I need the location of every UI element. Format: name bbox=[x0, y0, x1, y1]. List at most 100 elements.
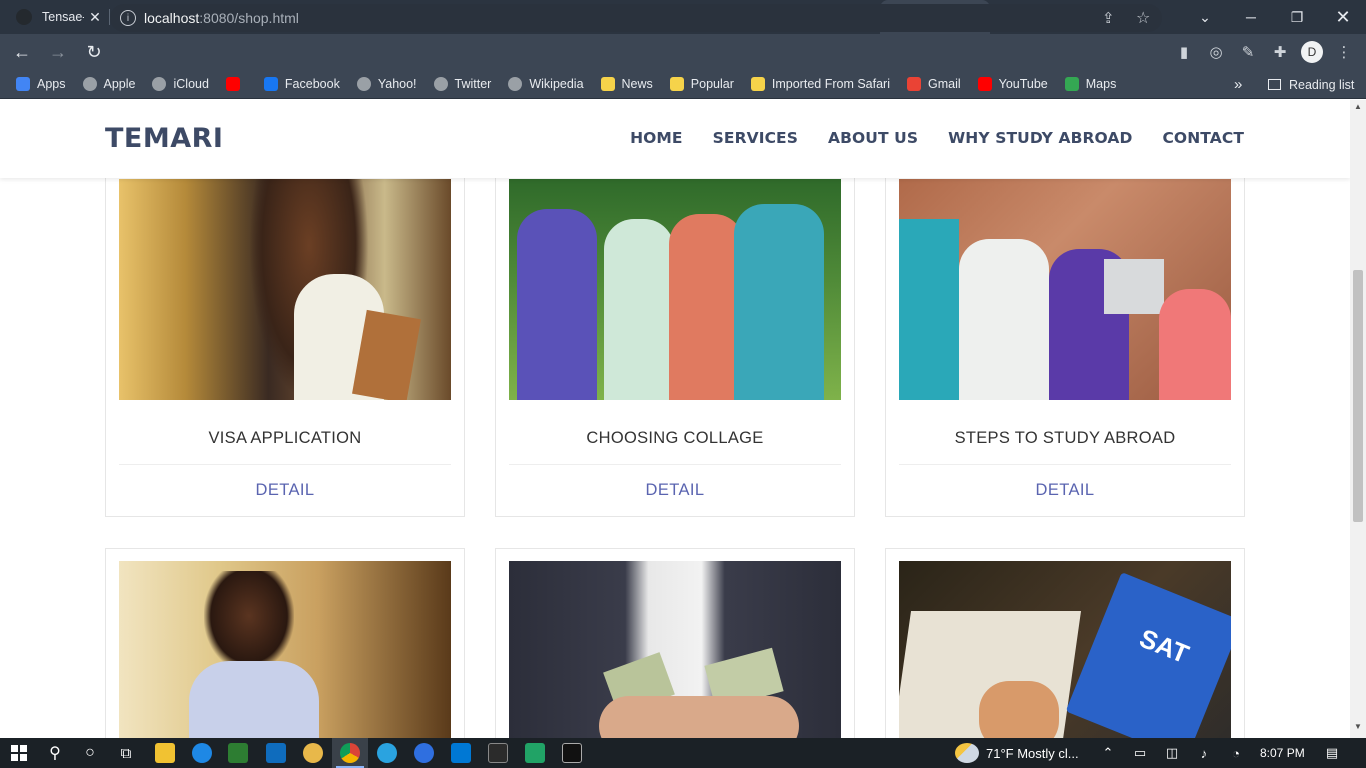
edge-icon[interactable] bbox=[192, 743, 212, 763]
service-card bbox=[105, 548, 465, 738]
scroll-up-icon[interactable]: ▲ bbox=[1350, 102, 1366, 116]
wifi-icon[interactable]: ◔ bbox=[1226, 743, 1246, 763]
bookmark-label: iCloud bbox=[173, 77, 209, 91]
site-info-icon[interactable]: i bbox=[120, 10, 136, 26]
bookmark-label: Facebook bbox=[284, 77, 340, 91]
site-logo[interactable]: TEMARI bbox=[105, 123, 223, 154]
reading-list-label: Reading list bbox=[1289, 77, 1355, 92]
mail-icon[interactable] bbox=[266, 743, 286, 763]
telegram-icon[interactable] bbox=[377, 743, 397, 763]
bookmarks-bar: Apps Apple iCloud Facebook Yahoo! Twitter Wiki… bbox=[0, 70, 1366, 99]
terminal-icon[interactable] bbox=[488, 743, 508, 763]
nav-about-us[interactable]: ABOUT US bbox=[828, 129, 918, 147]
cmd-icon[interactable] bbox=[562, 743, 582, 763]
bookmark-item[interactable]: YouTube bbox=[977, 77, 1048, 91]
reload-icon[interactable]: ↻ bbox=[78, 36, 110, 68]
nav-services[interactable]: SERVICES bbox=[713, 129, 798, 147]
bookmark-item[interactable] bbox=[225, 77, 247, 91]
scroll-down-icon[interactable]: ▼ bbox=[1350, 722, 1366, 736]
bookmark-label: Gmail bbox=[927, 77, 961, 91]
service-card: STEPS TO STUDY ABROAD DETAIL bbox=[885, 160, 1245, 517]
browser-tab[interactable]: Tensae-a✕ bbox=[0, 0, 110, 34]
close-tab-icon[interactable]: ✕ bbox=[84, 9, 106, 26]
youtube-icon bbox=[225, 77, 240, 91]
forward-icon[interactable]: → bbox=[42, 36, 74, 68]
site-header: TEMARI HOME SERVICES ABOUT US WHY STUDY … bbox=[0, 100, 1350, 178]
bookmark-label: Apps bbox=[37, 77, 66, 91]
card-title: STEPS TO STUDY ABROAD bbox=[954, 429, 1176, 447]
app-icon[interactable] bbox=[525, 743, 545, 763]
close-window-icon[interactable]: ✕ bbox=[1320, 0, 1366, 34]
bookmark-item[interactable]: Apps bbox=[16, 77, 66, 91]
store-icon[interactable] bbox=[228, 743, 248, 763]
tray-app-icon[interactable]: ◫ bbox=[1162, 743, 1182, 763]
bookmark-item[interactable]: Facebook bbox=[263, 77, 340, 91]
share-icon[interactable]: ⇪ bbox=[1102, 9, 1115, 27]
bookmark-item[interactable]: iCloud bbox=[152, 77, 209, 91]
restore-icon[interactable]: ❐ bbox=[1274, 0, 1320, 34]
search-icon[interactable]: ⚲ bbox=[45, 743, 65, 763]
back-icon[interactable]: ← bbox=[6, 36, 38, 68]
github-icon bbox=[16, 9, 32, 25]
bookmark-item[interactable]: Imported From Safari bbox=[750, 77, 890, 91]
windows-taskbar: ⚲ ○ ⧉ 71°F Mostly cl... ⌃ ▭ ◫ ♪ ◔ 8:07 P… bbox=[0, 738, 1366, 768]
bookmark-item[interactable]: Maps bbox=[1064, 77, 1117, 91]
nav-contact[interactable]: CONTACT bbox=[1162, 129, 1244, 147]
card-detail-link[interactable]: DETAIL bbox=[886, 481, 1244, 500]
cortana-icon[interactable]: ○ bbox=[80, 743, 100, 763]
bookmark-star-icon[interactable]: ☆ bbox=[1136, 8, 1150, 28]
bookmark-label: Maps bbox=[1085, 77, 1117, 91]
bookmark-label: YouTube bbox=[998, 77, 1048, 91]
service-card bbox=[495, 548, 855, 738]
tab-search-icon[interactable]: ⌄ bbox=[1182, 0, 1228, 34]
folder-icon bbox=[750, 77, 765, 91]
minimize-icon[interactable]: ─ bbox=[1228, 0, 1274, 34]
card-divider bbox=[509, 464, 841, 465]
apps-grid-icon bbox=[16, 77, 30, 91]
scroll-thumb[interactable] bbox=[1353, 270, 1363, 522]
bookmark-item[interactable]: Popular bbox=[669, 77, 734, 91]
extension-pen-icon[interactable]: ✎ bbox=[1238, 42, 1258, 62]
profile-avatar[interactable]: D bbox=[1301, 41, 1323, 63]
card-title: CHOOSING COLLAGE bbox=[586, 429, 764, 447]
bookmark-item[interactable]: News bbox=[600, 77, 653, 91]
clock-time[interactable]: 8:07 PM bbox=[1260, 738, 1305, 768]
app-icon[interactable] bbox=[303, 743, 323, 763]
battery-icon[interactable]: ▭ bbox=[1130, 743, 1150, 763]
extension-record-icon[interactable]: ◎ bbox=[1206, 42, 1226, 62]
nav-why-study-abroad[interactable]: WHY STUDY ABROAD bbox=[948, 129, 1132, 147]
nav-home[interactable]: HOME bbox=[630, 129, 683, 147]
bookmarks-overflow-icon[interactable]: » bbox=[1234, 70, 1242, 99]
tray-chevron-up-icon[interactable]: ⌃ bbox=[1098, 743, 1118, 763]
vscode-icon[interactable] bbox=[451, 743, 471, 763]
chrome-icon[interactable] bbox=[340, 743, 360, 763]
folder-icon bbox=[669, 77, 684, 91]
bookmark-item[interactable]: Twitter bbox=[433, 77, 491, 91]
bookmark-item[interactable]: Wikipedia bbox=[508, 77, 584, 91]
weather-icon[interactable] bbox=[955, 743, 979, 763]
notifications-icon[interactable]: ▤ bbox=[1322, 743, 1342, 763]
bookmark-item[interactable]: Yahoo! bbox=[356, 77, 417, 91]
globe-icon bbox=[433, 77, 448, 91]
bookmark-item[interactable]: Gmail bbox=[906, 77, 961, 91]
bookmark-item[interactable]: Apple bbox=[82, 77, 135, 91]
card-divider bbox=[899, 464, 1231, 465]
extensions-puzzle-icon[interactable]: ✚ bbox=[1270, 42, 1290, 62]
volume-icon[interactable]: ♪ bbox=[1194, 743, 1214, 763]
weather-text[interactable]: 71°F Mostly cl... bbox=[986, 738, 1079, 768]
task-view-icon[interactable]: ⧉ bbox=[116, 743, 136, 763]
windows-start-icon[interactable] bbox=[9, 743, 29, 763]
card-image bbox=[509, 179, 841, 400]
card-title: VISA APPLICATION bbox=[208, 429, 362, 447]
youtube-icon bbox=[977, 77, 992, 91]
extension-icon[interactable]: ▮ bbox=[1174, 42, 1194, 62]
page-scrollbar[interactable]: ▲ ▼ bbox=[1350, 100, 1366, 738]
file-explorer-icon[interactable] bbox=[155, 743, 175, 763]
address-bar[interactable]: i localhost:8080/shop.html ⇪ ☆ bbox=[110, 4, 1162, 32]
reading-list-button[interactable]: Reading list bbox=[1268, 70, 1354, 99]
card-detail-link[interactable]: DETAIL bbox=[496, 481, 854, 500]
card-detail-link[interactable]: DETAIL bbox=[106, 481, 464, 500]
app-icon[interactable] bbox=[414, 743, 434, 763]
bookmark-label: Wikipedia bbox=[529, 77, 584, 91]
browser-menu-icon[interactable]: ⋮ bbox=[1334, 42, 1354, 62]
